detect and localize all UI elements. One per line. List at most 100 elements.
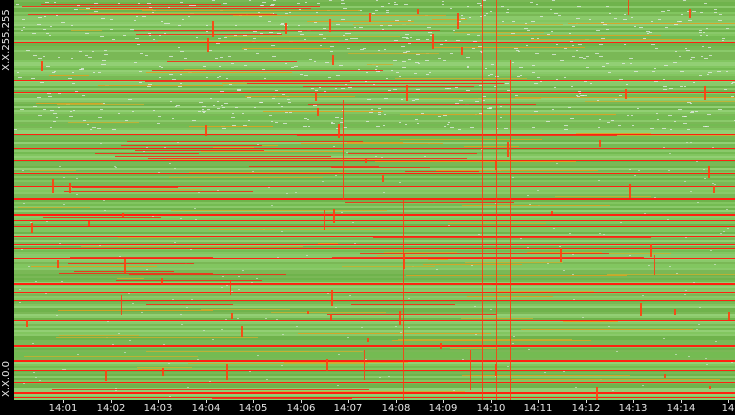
heat-streak	[400, 139, 542, 140]
heat-speckle	[731, 96, 734, 97]
heat-speckle	[186, 307, 188, 308]
heat-band	[14, 364, 735, 366]
heat-speckle	[226, 78, 228, 79]
heat-speckle	[164, 33, 166, 34]
heat-speckle	[197, 359, 199, 360]
heat-band	[14, 358, 735, 360]
heat-speckle	[726, 209, 728, 210]
heat-speckle	[447, 124, 449, 125]
heat-red-line	[14, 292, 735, 293]
heat-speckle	[231, 291, 233, 292]
heat-speckle	[103, 64, 106, 65]
heat-speckle	[552, 54, 556, 55]
heat-spike	[403, 254, 405, 269]
heat-speckle	[268, 21, 271, 22]
heat-spike	[226, 364, 228, 380]
heat-speckle	[94, 11, 98, 12]
heatmap-plot-area[interactable]	[14, 0, 735, 400]
heat-band	[14, 308, 735, 310]
heat-band	[14, 164, 735, 166]
heat-band	[14, 276, 735, 278]
heat-speckle	[32, 33, 36, 34]
heat-band	[14, 368, 735, 370]
heat-speckle	[556, 163, 558, 164]
heat-speckle	[599, 56, 603, 57]
heat-red-segment	[28, 14, 277, 15]
heat-speckle	[63, 204, 65, 205]
heat-spike	[329, 19, 331, 32]
heat-speckle	[448, 122, 450, 123]
heat-speckle	[444, 126, 446, 127]
heat-speckle	[97, 128, 101, 129]
heat-streak	[166, 159, 381, 160]
heat-speckle	[421, 113, 424, 114]
heat-speckle	[606, 63, 609, 64]
heat-speckle	[429, 72, 431, 73]
heat-streak	[531, 39, 692, 40]
heat-speckle	[386, 78, 388, 79]
heat-speckle	[471, 265, 473, 266]
heat-vertical-burst	[628, 0, 629, 15]
heat-streak	[462, 205, 610, 206]
heat-speckle	[18, 77, 22, 78]
heat-speckle	[159, 77, 161, 78]
heat-speckle	[16, 4, 19, 5]
heat-band	[14, 146, 735, 148]
heat-red-segment	[332, 257, 644, 258]
heat-speckle	[169, 56, 173, 57]
heat-speckle	[500, 106, 502, 107]
heat-speckle	[642, 385, 644, 386]
heat-speckle	[50, 110, 54, 111]
heat-speckle	[366, 72, 368, 73]
heat-speckle	[388, 3, 390, 4]
heat-speckle	[53, 121, 56, 122]
heat-speckle	[707, 114, 711, 115]
heat-speckle	[679, 21, 682, 22]
heat-speckle	[272, 98, 275, 99]
heat-speckle	[45, 293, 47, 294]
heat-speckle	[371, 109, 373, 110]
heat-speckle	[23, 383, 25, 384]
heat-speckle	[622, 63, 625, 64]
heat-spike	[162, 368, 164, 376]
heat-band	[14, 326, 735, 328]
heat-speckle	[706, 28, 708, 29]
heat-band	[14, 140, 735, 142]
heat-band	[14, 112, 735, 114]
heat-band	[14, 116, 735, 118]
heat-speckle	[425, 60, 429, 61]
heat-speckle	[115, 167, 117, 168]
heat-red-segment	[146, 304, 233, 305]
heat-speckle	[320, 45, 322, 46]
heat-speckle	[72, 72, 74, 73]
heat-speckle	[365, 81, 367, 82]
heat-speckle	[506, 12, 509, 13]
heat-speckle	[705, 358, 707, 359]
heat-red-segment	[70, 257, 213, 258]
heat-speckle	[532, 65, 535, 66]
heat-speckle	[333, 146, 335, 147]
heat-speckle	[266, 379, 268, 380]
heat-speckle	[225, 319, 227, 320]
heat-speckle	[537, 190, 539, 191]
heat-speckle	[700, 12, 703, 13]
heat-speckle	[532, 127, 535, 128]
heat-speckle	[579, 57, 583, 58]
heat-speckle	[467, 34, 470, 35]
heat-speckle	[690, 191, 692, 192]
heat-speckle	[415, 99, 419, 100]
heat-speckle	[393, 89, 397, 90]
heat-speckle	[367, 99, 371, 100]
heat-speckle	[229, 84, 232, 85]
heat-speckle	[112, 129, 116, 130]
heat-band	[14, 296, 735, 298]
heat-speckle	[718, 20, 722, 21]
heat-speckle	[569, 233, 571, 234]
heat-streak	[71, 30, 102, 31]
heat-spike	[507, 142, 509, 157]
heat-streak	[225, 36, 400, 37]
heat-speckle	[406, 51, 410, 52]
heat-band	[14, 192, 735, 194]
heat-speckle	[629, 255, 631, 256]
heat-speckle	[608, 72, 611, 73]
